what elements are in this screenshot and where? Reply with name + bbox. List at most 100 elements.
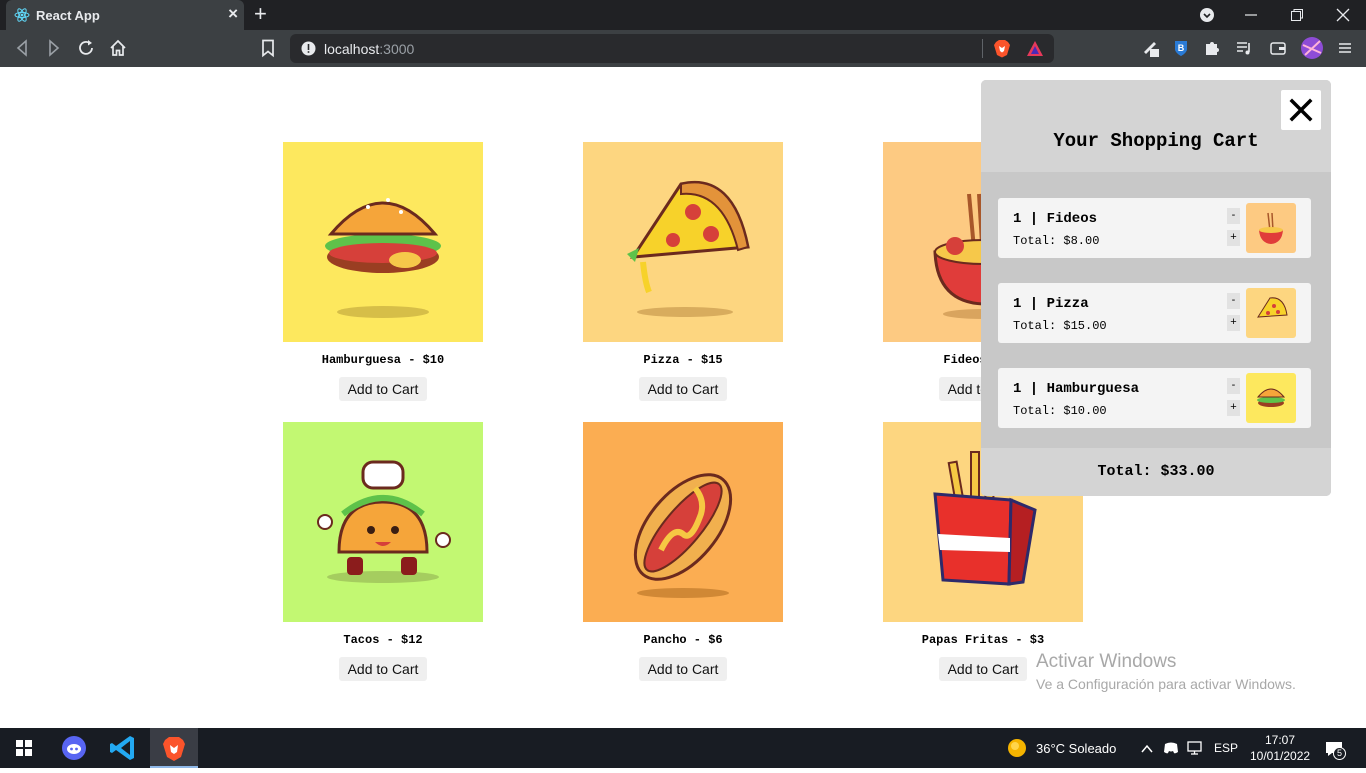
bitwarden-icon[interactable]: B <box>1172 39 1190 57</box>
back-icon[interactable] <box>11 37 33 59</box>
cart-item-thumbnail <box>1246 373 1296 423</box>
taskbar-brave[interactable] <box>150 728 198 768</box>
tab-title: React App <box>36 8 100 23</box>
product-label: Papas Fritas - $3 <box>921 633 1045 647</box>
chevron-up-icon[interactable] <box>1140 742 1154 754</box>
cart-item: 1 | Pizza Total: $15.00 - + <box>998 283 1311 343</box>
url-host: localhost <box>324 41 380 57</box>
browser-tab-bar: React App × + <box>0 0 1366 30</box>
add-to-cart-button[interactable]: Add to Cart <box>939 657 1027 681</box>
cart-item-name: 1 | Hamburguesa <box>1013 381 1140 397</box>
new-tab-button[interactable]: + <box>254 3 267 25</box>
taskbar-vscode[interactable] <box>100 728 148 768</box>
product-card-pancho: Pancho - $6 Add to Cart <box>583 422 783 690</box>
tab-search-icon[interactable] <box>1199 7 1215 23</box>
burger-icon <box>283 142 483 342</box>
product-label: Pizza - $15 <box>643 353 723 367</box>
browser-tab[interactable]: React App × <box>6 0 244 30</box>
pen-extension-icon[interactable] <box>1142 39 1160 57</box>
cart-title: Your Shopping Cart <box>1053 130 1259 152</box>
add-to-cart-button[interactable]: Add to Cart <box>339 377 427 401</box>
product-card-pizza: Pizza - $15 Add to Cart <box>583 142 783 410</box>
decrease-quantity-button[interactable]: - <box>1227 208 1240 224</box>
url-port: :3000 <box>379 41 415 57</box>
noodles-icon <box>1246 203 1296 253</box>
watermark-subtitle: Ve a Configuración para activar Windows. <box>1036 676 1296 692</box>
product-label: Tacos - $12 <box>343 633 423 647</box>
language-indicator[interactable]: ESP <box>1214 741 1238 755</box>
hotdog-icon <box>583 422 783 622</box>
cart-item-total: Total: $8.00 <box>1013 234 1100 248</box>
cart-item-thumbnail <box>1246 203 1296 253</box>
discord-icon <box>62 736 86 760</box>
cart-item-total: Total: $15.00 <box>1013 319 1107 333</box>
window-close-icon[interactable] <box>1336 8 1350 22</box>
increase-quantity-button[interactable]: + <box>1227 230 1240 246</box>
pizza-icon <box>1246 288 1296 338</box>
taskbar-clock[interactable]: 17:07 10/01/2022 <box>1250 732 1310 764</box>
home-icon[interactable] <box>107 37 129 59</box>
clock-date: 10/01/2022 <box>1250 749 1311 763</box>
browser-toolbar: localhost:3000 B <box>0 30 1366 67</box>
taskbar-discord[interactable] <box>50 728 98 768</box>
windows-taskbar: 36°C Soleado ESP 17:07 10/01/2022 5 <box>0 728 1366 768</box>
cart-item: 1 | Hamburguesa Total: $10.00 - + <box>998 368 1311 428</box>
minimize-icon[interactable] <box>1244 8 1258 22</box>
product-label: Pancho - $6 <box>643 633 723 647</box>
weather-text[interactable]: 36°C Soleado <box>1036 741 1116 756</box>
hamburguesa-image <box>283 142 483 342</box>
puzzle-icon[interactable] <box>1203 39 1221 57</box>
cart-item-thumbnail <box>1246 288 1296 338</box>
start-button[interactable] <box>0 728 48 768</box>
add-to-cart-button[interactable]: Add to Cart <box>639 377 727 401</box>
add-to-cart-button[interactable]: Add to Cart <box>639 657 727 681</box>
info-icon[interactable] <box>301 41 316 56</box>
brave-icon[interactable] <box>993 39 1011 58</box>
increase-quantity-button[interactable]: + <box>1227 315 1240 331</box>
taco-icon <box>283 422 483 622</box>
cart-item-name: 1 | Pizza <box>1013 296 1089 312</box>
address-bar[interactable]: localhost:3000 <box>290 34 1054 63</box>
react-icon <box>14 8 30 22</box>
add-to-cart-button[interactable]: Add to Cart <box>339 657 427 681</box>
vscode-icon <box>110 736 134 760</box>
playlist-icon[interactable] <box>1235 39 1253 57</box>
increase-quantity-button[interactable]: + <box>1227 400 1240 416</box>
wallet-icon[interactable] <box>1269 39 1287 57</box>
burger-icon <box>1246 373 1296 423</box>
close-icon <box>1289 98 1313 122</box>
profile-icon[interactable] <box>1300 36 1324 60</box>
tab-close-button[interactable]: × <box>228 5 238 23</box>
cart-footer: Total: $33.00 <box>981 448 1331 496</box>
tacos-image <box>283 422 483 622</box>
notification-count: 5 <box>1333 747 1346 760</box>
bookmark-icon[interactable] <box>257 37 279 59</box>
pizza-image <box>583 142 783 342</box>
decrease-quantity-button[interactable]: - <box>1227 378 1240 394</box>
clock-time: 17:07 <box>1264 733 1296 747</box>
notifications-button[interactable]: 5 <box>1324 739 1346 760</box>
reload-icon[interactable] <box>75 37 97 59</box>
cart-item-name: 1 | Fideos <box>1013 211 1098 227</box>
network-icon[interactable] <box>1187 741 1203 755</box>
pancho-image <box>583 422 783 622</box>
forward-icon[interactable] <box>43 37 65 59</box>
discord-tray-icon[interactable] <box>1163 741 1179 755</box>
pizza-icon <box>583 142 783 342</box>
menu-icon[interactable] <box>1336 39 1354 57</box>
watermark-title: Activar Windows <box>1036 651 1177 672</box>
cart-close-button[interactable] <box>1281 90 1321 130</box>
cart-item: 1 | Fideos Total: $8.00 - + <box>998 198 1311 258</box>
cart-item-total: Total: $10.00 <box>1013 404 1107 418</box>
brave-taskbar-icon <box>163 737 185 761</box>
url-text: localhost:3000 <box>324 41 414 57</box>
triangle-icon[interactable] <box>1026 40 1044 57</box>
product-card-tacos: Tacos - $12 Add to Cart <box>283 422 483 690</box>
restore-icon[interactable] <box>1290 8 1304 22</box>
decrease-quantity-button[interactable]: - <box>1227 293 1240 309</box>
product-card-hamburguesa: Hamburguesa - $10 Add to Cart <box>283 142 483 410</box>
windows-icon <box>16 740 32 756</box>
url-separator <box>982 39 983 58</box>
svg-text:B: B <box>1178 43 1185 53</box>
sun-icon[interactable] <box>1007 738 1027 758</box>
